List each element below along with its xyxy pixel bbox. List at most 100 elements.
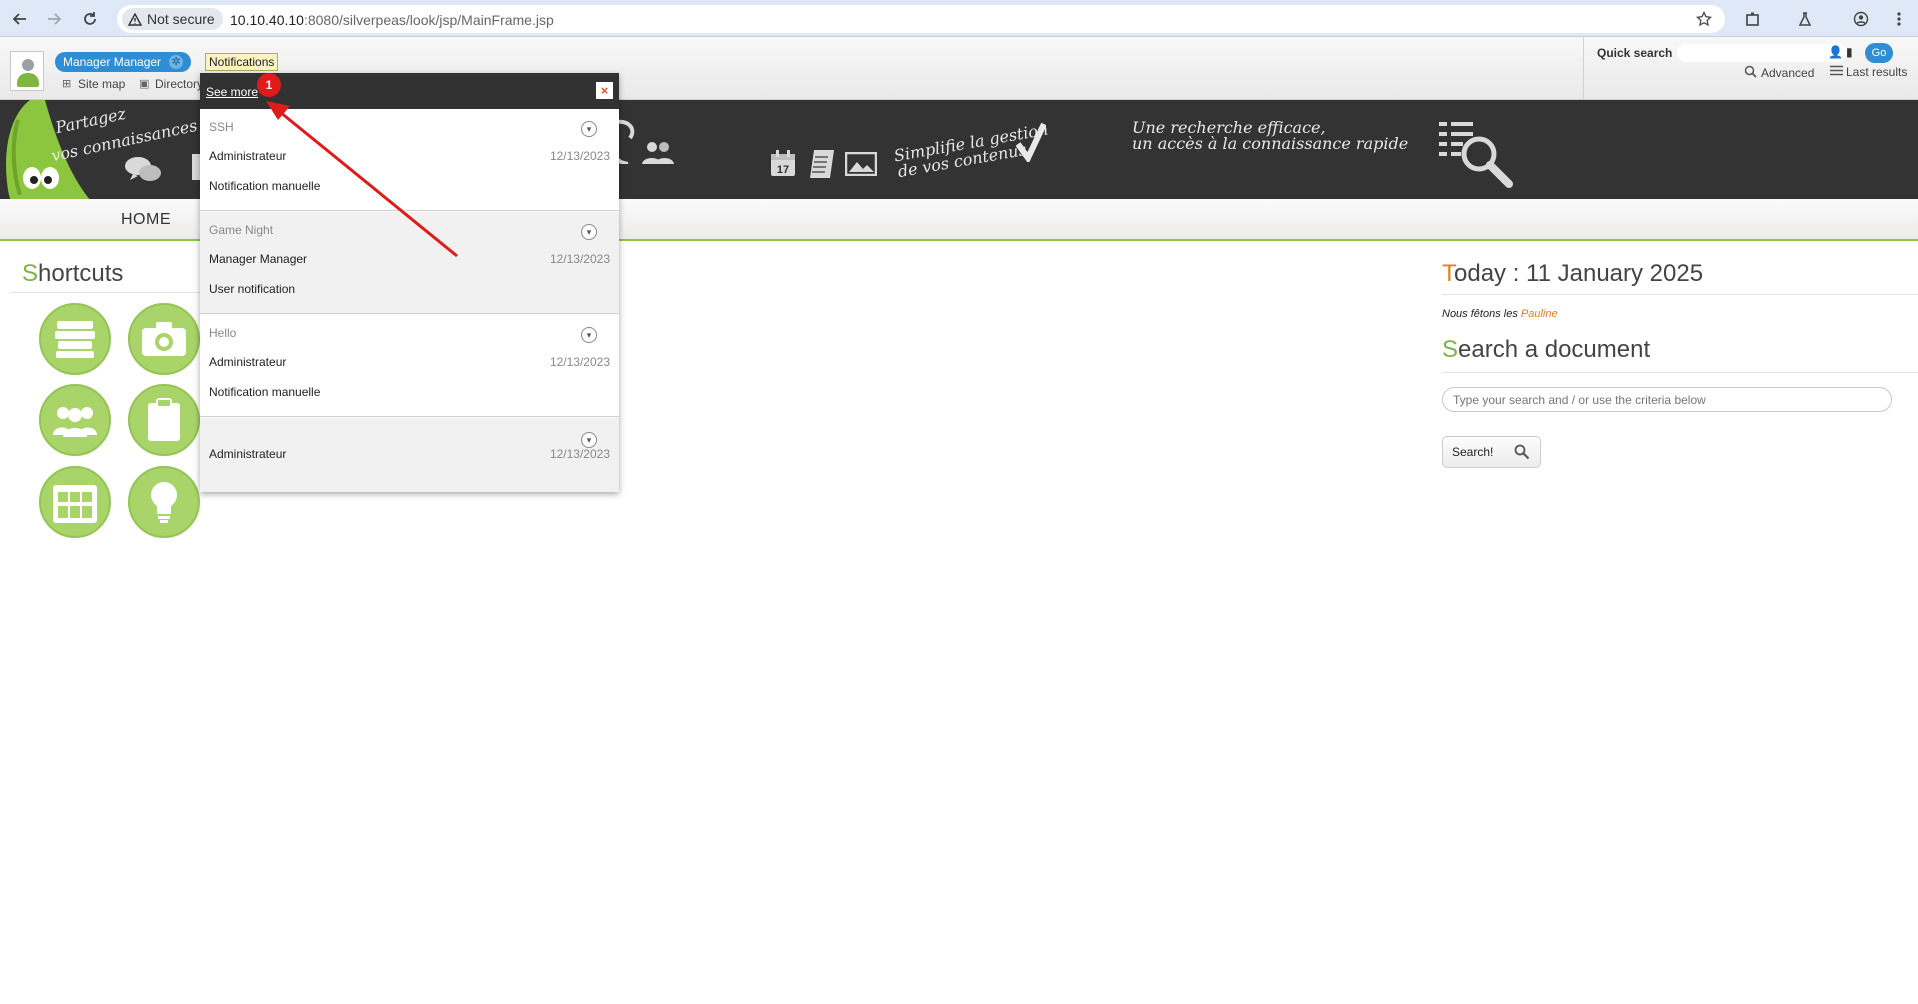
gear-icon[interactable]: ✲ (169, 55, 184, 69)
search-document-title-text: earch a document (1458, 336, 1651, 363)
notifications-button[interactable]: Notifications (205, 53, 279, 71)
user-name: Manager Manager (63, 55, 162, 69)
see-more-link[interactable]: See more (206, 85, 258, 99)
menu-item-home[interactable]: HOME (121, 211, 171, 229)
advanced-label: Advanced (1761, 66, 1815, 80)
notification-subject: SSH (209, 120, 234, 134)
chevron-down-icon[interactable]: ▾ (581, 432, 597, 448)
user-search-icon[interactable]: 👤 (1828, 45, 1843, 59)
book-icon[interactable]: ▮ (1846, 45, 1853, 59)
chevron-down-icon[interactable]: ▾ (581, 327, 597, 343)
chevron-down-icon[interactable]: ▾ (581, 224, 597, 240)
users-icon (642, 140, 674, 169)
document-search-button-label: Search! (1452, 445, 1494, 459)
calendar-icon: 17 (770, 150, 796, 182)
menu-icon[interactable] (1889, 9, 1909, 29)
search-list-icon (1437, 120, 1515, 197)
notification-sender: Administrateur (209, 355, 287, 369)
url-host: 10.10.40.10 (230, 12, 304, 28)
last-results-label: Last results (1846, 65, 1908, 79)
site-map-icon: ⊞ (62, 78, 72, 90)
notification-item[interactable]: SSH ▾ Administrateur 12/13/2023 Notifica… (200, 109, 619, 211)
notification-sender: Administrateur (209, 447, 287, 461)
notification-item[interactable]: ▾ Administrateur 12/13/2023 (200, 418, 619, 492)
notification-message: Notification manuelle (209, 385, 321, 399)
calendar-grid-icon (53, 485, 97, 523)
lightbulb-icon (151, 482, 177, 523)
checkmark-icon (1015, 122, 1047, 167)
go-button[interactable]: Go (1865, 43, 1893, 63)
back-icon[interactable] (9, 8, 31, 30)
today-title-text: oday : 11 January 2025 (1454, 260, 1704, 287)
notification-date: 12/13/2023 (549, 447, 610, 461)
notification-subject: Game Night (209, 223, 274, 237)
shortcut-calendar[interactable] (39, 466, 111, 538)
shortcuts-divider (10, 292, 200, 293)
today-title-initial: T (1442, 260, 1454, 287)
shortcut-ideas[interactable] (128, 466, 200, 538)
today-divider (1442, 294, 1918, 295)
advanced-search-icon (1744, 65, 1758, 81)
notification-date: 12/13/2023 (549, 252, 610, 266)
star-icon[interactable] (1694, 9, 1714, 29)
last-results-link[interactable]: Last results (1830, 65, 1907, 79)
notification-sender: Administrateur (209, 149, 287, 163)
speech-bubbles-icon (124, 156, 162, 187)
url-text[interactable]: 10.10.40.10:8080/silverpeas/look/jsp/Mai… (230, 12, 554, 28)
camera-icon (142, 322, 186, 356)
notification-item[interactable]: Game Night ▾ Manager Manager 12/13/2023 … (200, 212, 619, 314)
close-icon[interactable]: × (596, 82, 613, 99)
slogan-search-line2: un accès à la connaissance rapide (1132, 134, 1409, 153)
directory-link[interactable]: ▣ Directory (139, 77, 203, 91)
shortcut-community[interactable] (39, 384, 111, 456)
security-chip[interactable]: Not secure (122, 8, 223, 30)
calendar-day-text: 17 (777, 164, 789, 176)
notification-date: 12/13/2023 (549, 149, 610, 163)
advanced-search-link[interactable]: Advanced (1744, 65, 1814, 81)
clipboard-icon (148, 398, 180, 441)
notification-item[interactable]: Hello ▾ Administrateur 12/13/2023 Notifi… (200, 315, 619, 417)
avatar[interactable] (10, 51, 44, 91)
url-path: :8080/silverpeas/look/jsp/MainFrame.jsp (303, 12, 554, 28)
chevron-down-icon[interactable]: ▾ (581, 121, 597, 137)
shortcuts-title: Shortcuts (22, 260, 123, 288)
directory-icon: ▣ (139, 78, 150, 90)
shortcuts-title-initial: S (22, 260, 39, 287)
shortcut-books[interactable] (39, 303, 111, 375)
shortcut-clipboard[interactable] (128, 384, 200, 456)
community-icon (53, 407, 97, 437)
notes-icon (810, 150, 834, 183)
search-document-title-initial: S (1442, 336, 1459, 363)
user-menu-button[interactable]: Manager Manager ✲ (55, 52, 192, 72)
shortcuts-title-text: hortcuts (38, 260, 124, 287)
quick-search-label: Quick search (1597, 46, 1673, 60)
reload-icon[interactable] (79, 8, 101, 30)
labs-icon[interactable] (1795, 9, 1815, 29)
shortcut-photos[interactable] (128, 303, 200, 375)
forward-icon[interactable] (43, 8, 65, 30)
image-icon (844, 151, 878, 181)
document-search-input[interactable] (1442, 387, 1892, 412)
books-icon (55, 321, 95, 358)
notifications-popup: See more × SSH ▾ Administrateur 12/13/20… (200, 73, 619, 492)
feast-name[interactable]: Pauline (1521, 308, 1558, 320)
extensions-icon[interactable] (1743, 9, 1763, 29)
browser-toolbar: Not secure 10.10.40.10:8080/silverpeas/l… (0, 0, 1918, 37)
feast-of-the-day: Nous fêtons les Pauline (1442, 308, 1558, 320)
document-search-button[interactable]: Search! (1442, 436, 1541, 468)
warning-icon (128, 12, 142, 26)
notification-sender: Manager Manager (209, 252, 308, 266)
profile-icon[interactable] (1851, 9, 1871, 29)
site-map-link[interactable]: ⊞ Site map (62, 77, 125, 91)
search-document-divider (1442, 372, 1918, 373)
notification-subject: Hello (209, 326, 237, 340)
list-icon (1830, 65, 1843, 79)
notification-date: 12/13/2023 (549, 355, 610, 369)
notification-message: User notification (209, 282, 296, 296)
site-map-label: Site map (78, 77, 126, 91)
today-title: Today : 11 January 2025 (1442, 260, 1703, 288)
quick-search-panel: Quick search 👤 ▮ Go Advanced Last result… (1583, 37, 1918, 100)
notification-message: Notification manuelle (209, 179, 321, 193)
magnifier-icon (1514, 444, 1530, 463)
quick-search-input[interactable] (1677, 44, 1847, 62)
